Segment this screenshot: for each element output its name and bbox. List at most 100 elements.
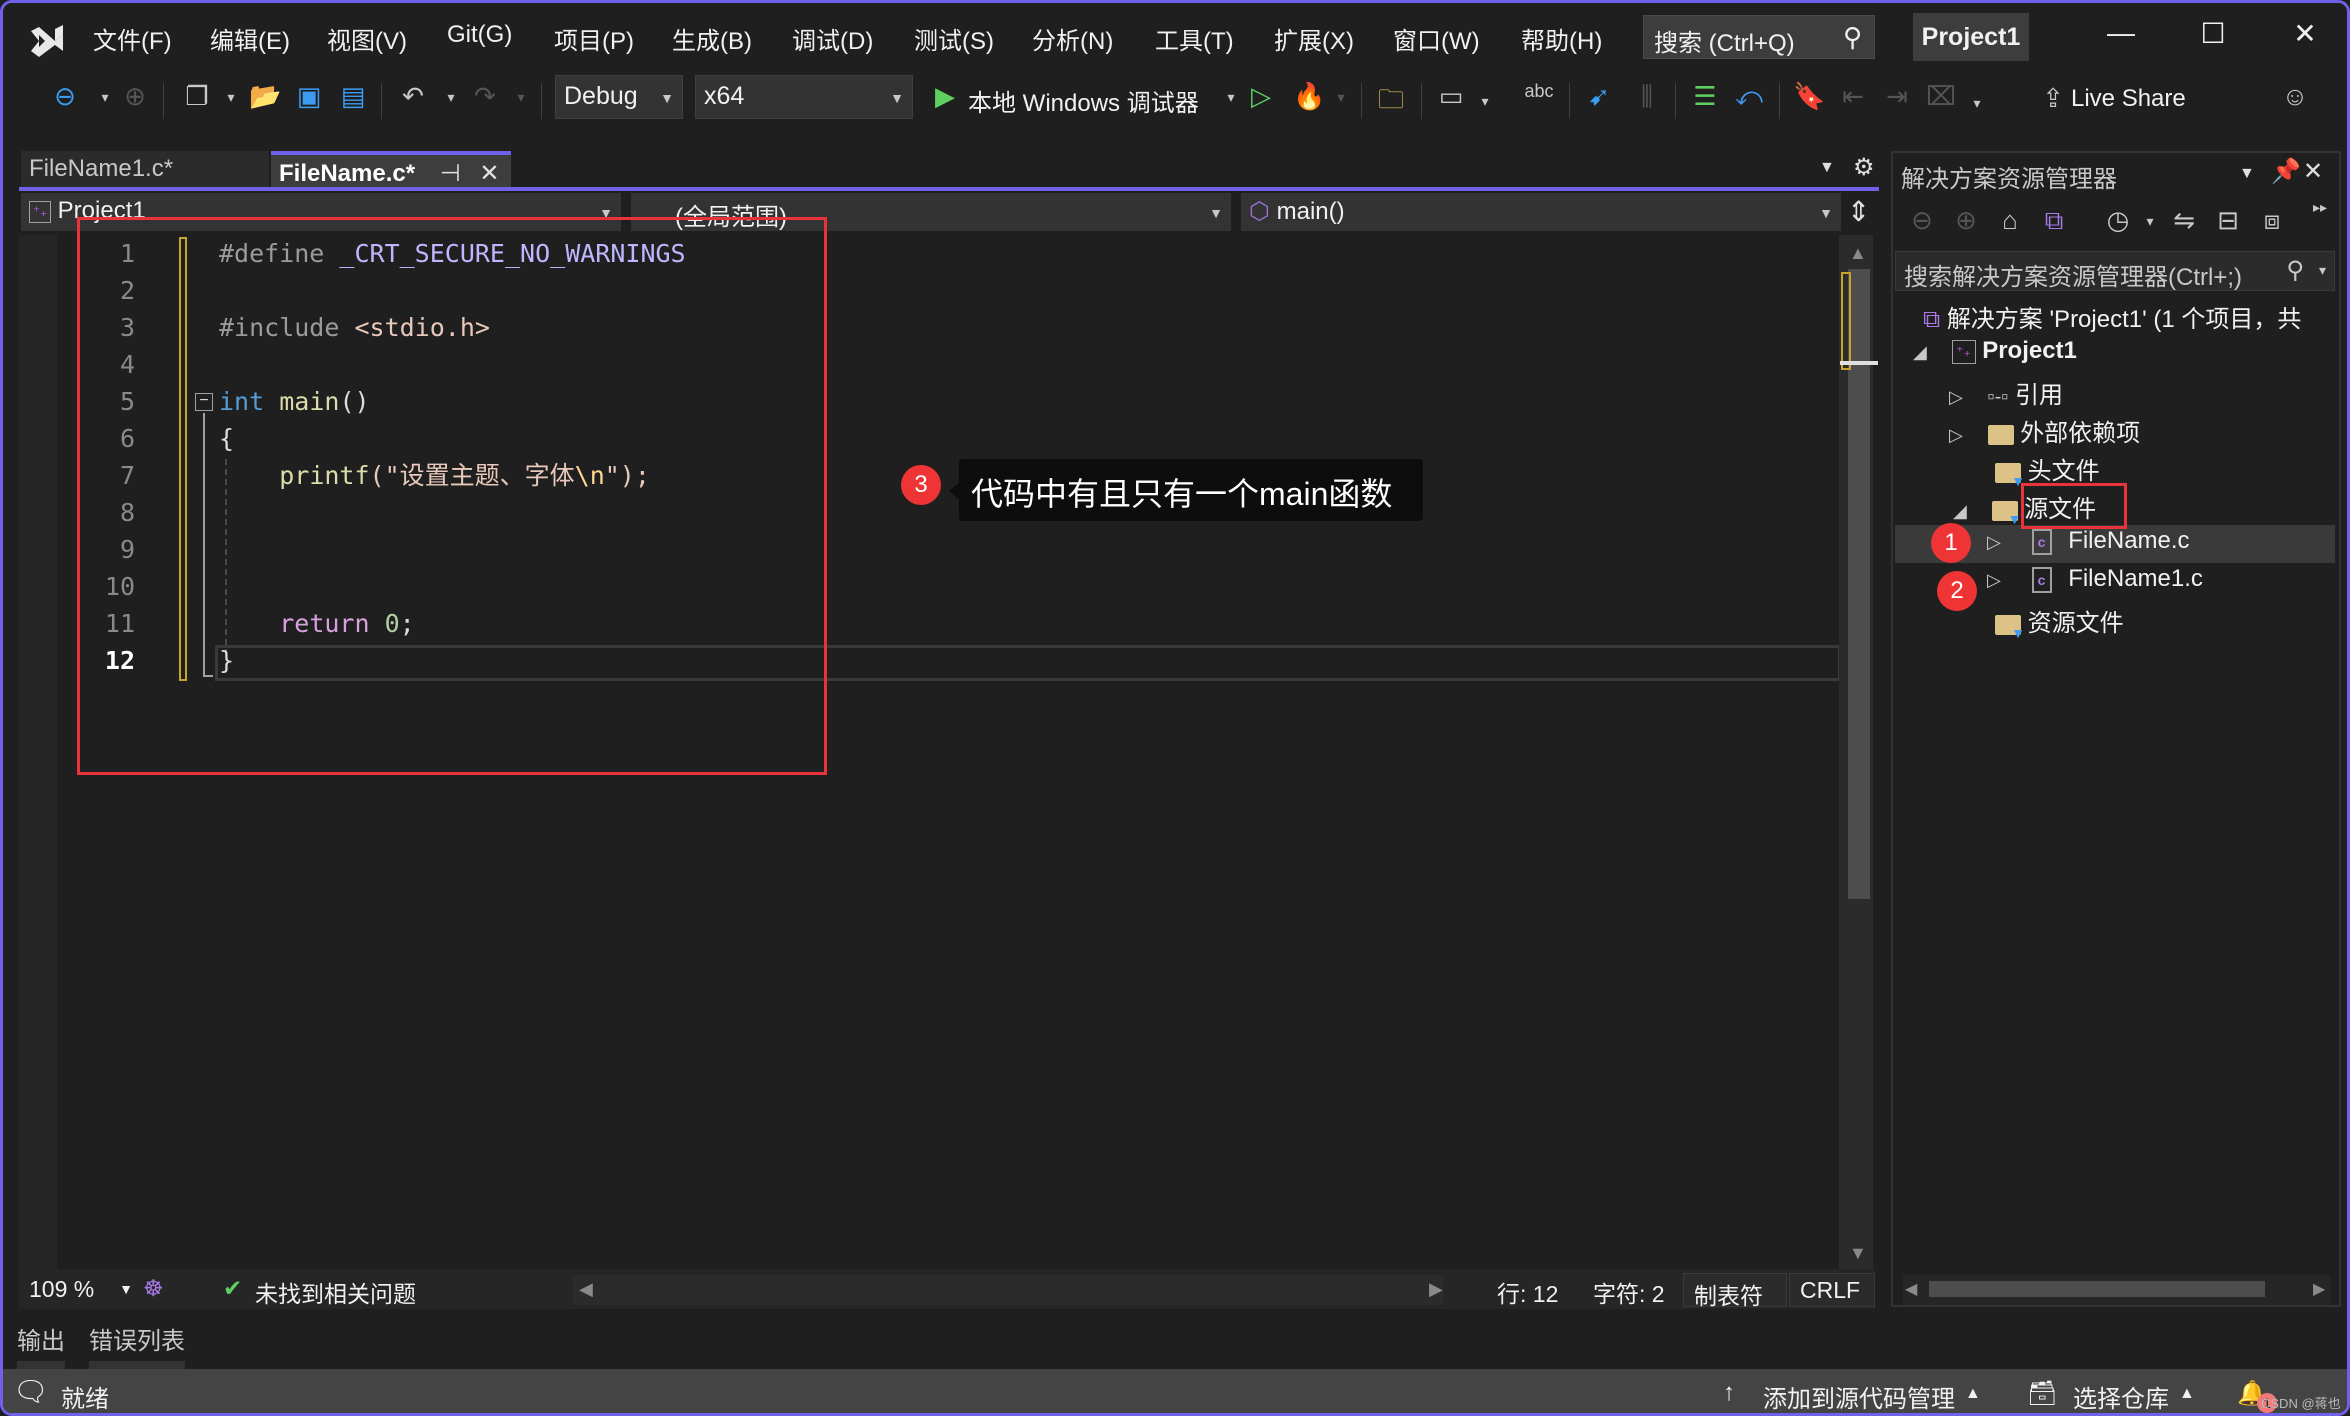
pin-panel-icon[interactable]: 📌: [2271, 157, 2301, 186]
debug-target-dropdown-icon[interactable]: ▾: [1215, 89, 1247, 106]
scroll-up-icon[interactable]: ▲: [1849, 243, 1867, 264]
menu-test[interactable]: 测试(S): [914, 21, 994, 56]
pin-tab-icon[interactable]: ⊣: [440, 160, 461, 187]
tree-item-project[interactable]: ◢ ⁺₊ Project1: [1913, 337, 2077, 375]
spell-check-icon[interactable]: abc: [1523, 81, 1555, 102]
output-window-icon[interactable]: 🗨: [13, 1375, 49, 1408]
settings-gear-icon[interactable]: ⚙: [1853, 153, 1875, 182]
scroll-left-icon[interactable]: ◀: [1905, 1279, 1917, 1299]
sync-with-document-icon[interactable]: ⇋: [2167, 205, 2201, 236]
minimize-button[interactable]: —: [2101, 17, 2141, 49]
hot-reload-dropdown-icon[interactable]: ▾: [1325, 89, 1357, 106]
close-panel-icon[interactable]: ✕: [2303, 157, 2323, 186]
line-ending-mode[interactable]: CRLF: [1789, 1273, 1875, 1307]
global-search-input[interactable]: 搜索 (Ctrl+Q) ⚲: [1643, 15, 1875, 59]
scroll-left-icon[interactable]: ◀: [579, 1279, 593, 1300]
tab-list-dropdown-icon[interactable]: ▼: [1819, 159, 1835, 177]
menu-file[interactable]: 文件(F): [93, 21, 172, 56]
zoom-select[interactable]: 109 % ▼: [19, 1273, 139, 1307]
indentation-mode[interactable]: 制表符: [1683, 1273, 1787, 1309]
toolbar-overflow-icon[interactable]: ▸▸: [2303, 199, 2337, 216]
comment-lines-icon[interactable]: ☰: [1689, 81, 1721, 112]
scrollbar-thumb[interactable]: [1929, 1281, 2265, 1297]
clear-bookmarks-icon[interactable]: ⌧: [1925, 81, 1957, 112]
undo-icon[interactable]: ↶: [397, 81, 429, 112]
save-icon[interactable]: ▣: [293, 81, 325, 112]
redo-icon[interactable]: ↷: [469, 81, 501, 112]
expanded-arrow-icon[interactable]: ◢: [1913, 342, 1927, 362]
issues-status[interactable]: 未找到相关问题: [255, 1275, 416, 1309]
split-window-icon[interactable]: ⇕: [1847, 195, 1870, 228]
panel-options-dropdown-icon[interactable]: ▼: [2239, 165, 2255, 183]
expanded-arrow-icon[interactable]: ◢: [1953, 501, 1967, 521]
open-folder-icon[interactable]: 📂: [249, 81, 281, 112]
filter-dropdown-icon[interactable]: ▾: [2133, 213, 2167, 230]
menu-tools[interactable]: 工具(T): [1155, 21, 1234, 56]
save-all-icon[interactable]: ▤: [337, 81, 369, 112]
tree-item-external-dependencies[interactable]: ▷ 外部依赖项: [1949, 413, 2140, 451]
start-without-debugging-icon[interactable]: ▷: [1245, 81, 1277, 112]
browser-link-icon[interactable]: ▭: [1435, 81, 1467, 112]
live-share-button[interactable]: Live Share: [2071, 85, 2186, 113]
start-debugging-button[interactable]: 本地 Windows 调试器: [968, 83, 1199, 118]
se-back-icon[interactable]: ⊖: [1905, 205, 1939, 236]
menu-edit[interactable]: 编辑(E): [210, 21, 290, 56]
close-tab-icon[interactable]: ✕: [479, 160, 499, 187]
select-element-icon[interactable]: ➹: [1583, 81, 1615, 112]
tree-item-resource-files[interactable]: ▼ 资源文件: [1995, 603, 2124, 641]
format-selection-icon[interactable]: ⫼: [1631, 81, 1663, 113]
close-window-button[interactable]: ✕: [2285, 17, 2325, 50]
collapsed-arrow-icon[interactable]: ▷: [1949, 387, 1963, 407]
tab-error-list[interactable]: 错误列表: [89, 1321, 185, 1356]
add-to-source-control-button[interactable]: 添加到源代码管理: [1763, 1379, 1955, 1413]
menu-window[interactable]: 窗口(W): [1393, 21, 1480, 56]
back-dropdown-icon[interactable]: ▾: [89, 89, 121, 106]
scroll-down-icon[interactable]: ▼: [1849, 1243, 1867, 1264]
tab-filename-c[interactable]: FileName.c* ⊣ ✕: [271, 151, 511, 187]
tree-item-solution[interactable]: ⧉ 解决方案 'Project1' (1 个项目，共: [1923, 299, 2301, 337]
se-forward-icon[interactable]: ⊕: [1949, 205, 1983, 236]
redo-dropdown-icon[interactable]: ▾: [505, 89, 537, 106]
menu-view[interactable]: 视图(V): [327, 21, 407, 56]
menu-debug[interactable]: 调试(D): [792, 21, 873, 56]
scroll-right-icon[interactable]: ▶: [1429, 1279, 1443, 1300]
collapse-all-icon[interactable]: ⊟: [2211, 205, 2245, 236]
search-options-dropdown-icon[interactable]: ▾: [2319, 262, 2326, 279]
undo-dropdown-icon[interactable]: ▾: [435, 89, 467, 106]
navigate-back-icon[interactable]: ⊖: [49, 81, 81, 112]
menu-project[interactable]: 项目(P): [554, 21, 634, 56]
solution-explorer-search-input[interactable]: 搜索解决方案资源管理器(Ctrl+;) ⚲ ▾: [1895, 251, 2335, 291]
feedback-icon[interactable]: ☺: [2279, 81, 2311, 112]
line-indicator[interactable]: 行: 12: [1497, 1275, 1558, 1309]
find-in-files-icon[interactable]: 🗀: [1375, 81, 1407, 125]
tree-item-references[interactable]: ▷ ▫-▫ 引用: [1949, 375, 2063, 413]
pending-changes-filter-icon[interactable]: ◷: [2101, 205, 2135, 236]
show-all-files-icon[interactable]: ⧈: [2255, 205, 2289, 237]
navigate-forward-icon[interactable]: ⊕: [119, 81, 151, 112]
tab-filename1-c[interactable]: FileName1.c*: [21, 151, 269, 187]
previous-bookmark-icon[interactable]: ⇤: [1837, 81, 1869, 112]
configuration-select[interactable]: Debug ▼: [555, 75, 683, 119]
bookmark-icon[interactable]: 🔖: [1793, 81, 1825, 112]
char-indicator[interactable]: 字符: 2: [1593, 1275, 1665, 1309]
tree-item-filename-c[interactable]: ▷ c FileName.c: [1987, 527, 2190, 565]
maximize-button[interactable]: ☐: [2193, 17, 2233, 50]
collapsed-arrow-icon[interactable]: ▷: [1949, 425, 1963, 445]
collapsed-arrow-icon[interactable]: ▷: [1987, 532, 2001, 552]
next-bookmark-icon[interactable]: ⇥: [1881, 81, 1913, 112]
editor-horizontal-scrollbar[interactable]: [573, 1275, 1443, 1305]
uncomment-lines-icon[interactable]: ⤺: [1733, 81, 1765, 113]
tab-output[interactable]: 输出: [17, 1321, 65, 1356]
new-dropdown-icon[interactable]: ▾: [215, 89, 247, 106]
intellicode-icon[interactable]: ☸: [143, 1275, 164, 1302]
live-share-icon[interactable]: ⇪: [2037, 83, 2069, 114]
toolbar-overflow-icon[interactable]: ▾: [1961, 95, 1993, 112]
select-repository-button[interactable]: 选择仓库: [2073, 1379, 2169, 1413]
menu-git[interactable]: Git(G): [447, 21, 512, 49]
new-project-icon[interactable]: ❐: [181, 81, 213, 112]
scroll-right-icon[interactable]: ▶: [2313, 1279, 2325, 1299]
menu-help[interactable]: 帮助(H): [1521, 21, 1602, 56]
menu-extensions[interactable]: 扩展(X): [1274, 21, 1354, 56]
switch-views-icon[interactable]: ⧉: [2037, 205, 2071, 237]
start-debugging-icon[interactable]: ▶: [929, 81, 961, 112]
